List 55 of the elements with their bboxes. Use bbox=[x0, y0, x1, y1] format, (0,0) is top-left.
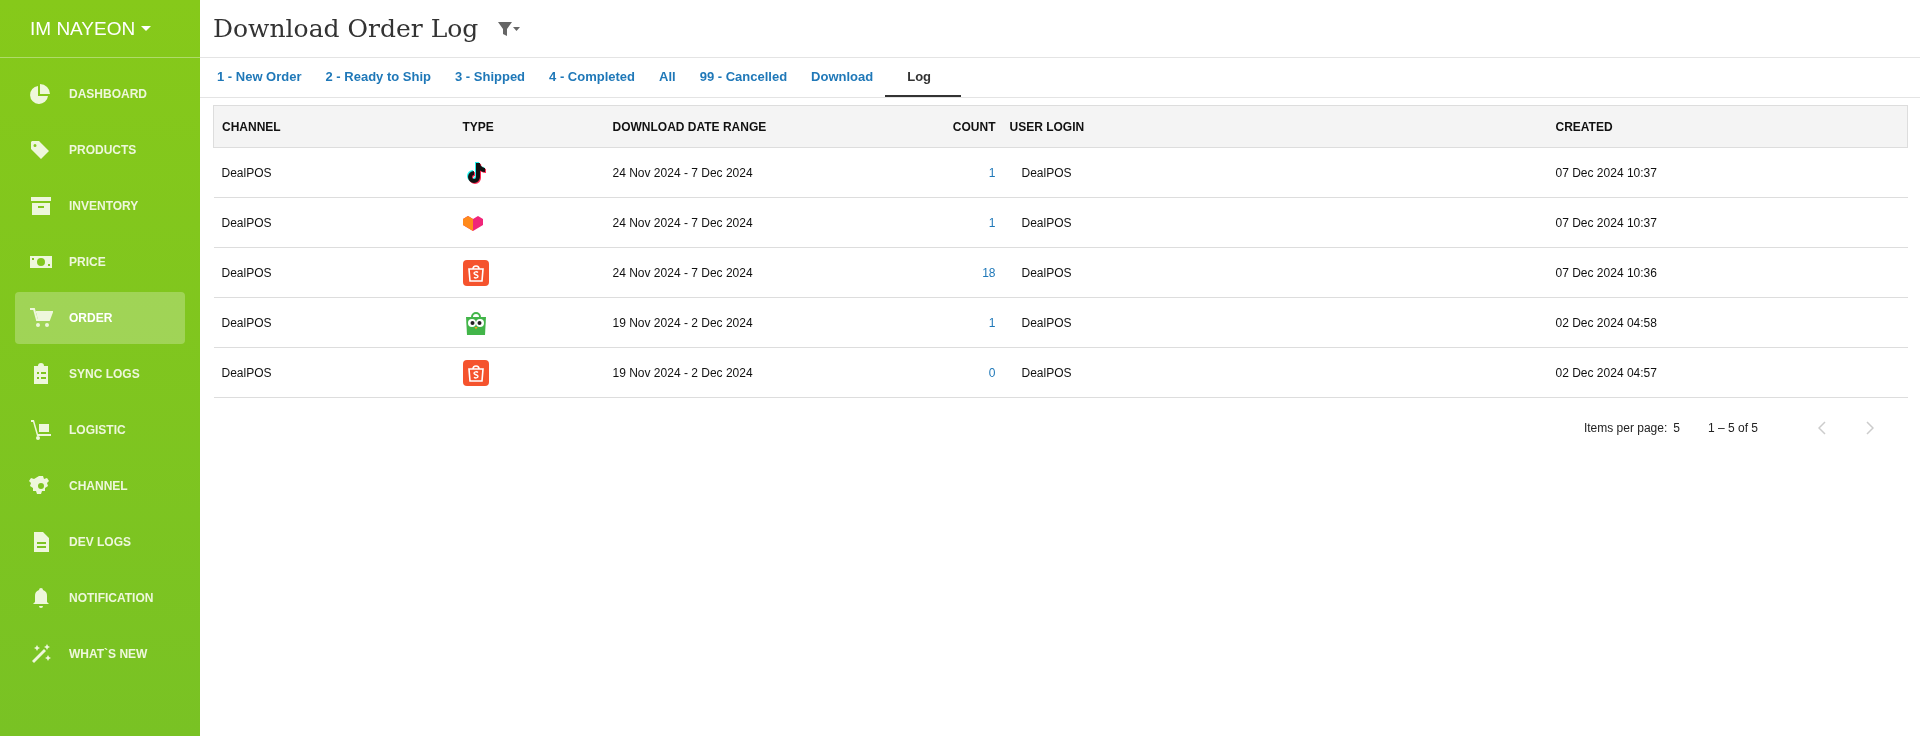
table-cell: DealPOS bbox=[213, 197, 463, 248]
caret-icon bbox=[141, 26, 152, 31]
count-link[interactable]: 1 bbox=[988, 315, 996, 330]
table-cell: 07 Dec 2024 10:37 bbox=[1555, 147, 1908, 198]
table-cell: DealPOS bbox=[995, 197, 1556, 248]
chevron-right-icon bbox=[1866, 421, 1874, 435]
tab[interactable]: All bbox=[647, 58, 688, 97]
tab[interactable]: Log bbox=[885, 58, 962, 97]
archive-box-icon bbox=[29, 194, 53, 218]
filter-button[interactable] bbox=[496, 19, 523, 38]
column-header: DOWNLOAD DATE RANGE bbox=[612, 105, 946, 148]
table-cell: DealPOS bbox=[995, 147, 1556, 198]
column-header: CHANNEL bbox=[213, 105, 463, 148]
hand-truck-icon bbox=[29, 418, 53, 442]
table-cell: 24 Nov 2024 - 7 Dec 2024 bbox=[612, 247, 946, 298]
tab[interactable]: 2 - Ready to Ship bbox=[313, 58, 443, 97]
chevron-left-icon bbox=[1818, 421, 1826, 435]
filter-icon bbox=[498, 21, 521, 36]
table-cell: 07 Dec 2024 10:37 bbox=[1555, 197, 1908, 248]
table-cell: DealPOS bbox=[995, 347, 1556, 398]
table-cell: 02 Dec 2024 04:58 bbox=[1555, 297, 1908, 348]
page-range: 1 – 5 of 5 bbox=[1707, 421, 1758, 435]
table-cell: DealPOS bbox=[213, 247, 463, 298]
count-link[interactable]: 1 bbox=[988, 215, 996, 230]
shopping-bag-icon bbox=[462, 359, 489, 386]
table-cell: 19 Nov 2024 - 2 Dec 2024 bbox=[612, 347, 946, 398]
items-per-page-label: Items per page: bbox=[1583, 421, 1668, 435]
count-link[interactable]: 0 bbox=[988, 365, 996, 380]
table-cell: 24 Nov 2024 - 7 Dec 2024 bbox=[612, 197, 946, 248]
tab[interactable]: 3 - Shipped bbox=[443, 58, 538, 97]
column-header: CREATED bbox=[1555, 105, 1908, 148]
table-cell: DealPOS bbox=[213, 147, 463, 198]
table-cell: 24 Nov 2024 - 7 Dec 2024 bbox=[612, 147, 946, 198]
table-cell: 07 Dec 2024 10:36 bbox=[1555, 247, 1908, 298]
table-cell: DealPOS bbox=[213, 297, 463, 348]
table-cell: 19 Nov 2024 - 2 Dec 2024 bbox=[612, 297, 946, 348]
heart-icon bbox=[462, 214, 483, 231]
tab[interactable]: Download bbox=[799, 58, 886, 97]
column-header: COUNT bbox=[945, 105, 996, 148]
pie-chart-icon bbox=[29, 82, 53, 106]
count-link[interactable]: 18 bbox=[982, 265, 996, 280]
items-per-page-select[interactable]: 5 bbox=[1673, 421, 1680, 435]
table-cell: DealPOS bbox=[995, 247, 1556, 298]
tab[interactable]: 4 - Completed bbox=[537, 58, 648, 97]
tab[interactable]: 99 - Cancelled bbox=[687, 58, 800, 97]
table-cell: DealPOS bbox=[995, 297, 1556, 348]
shopping-bag-icon bbox=[462, 259, 489, 286]
column-header: TYPE bbox=[462, 105, 613, 148]
table-cell: DealPOS bbox=[213, 347, 463, 398]
count-link[interactable]: 1 bbox=[988, 165, 996, 180]
table-cell: 02 Dec 2024 04:57 bbox=[1555, 347, 1908, 398]
column-header: USER LOGIN bbox=[995, 105, 1556, 148]
tab[interactable]: 1 - New Order bbox=[205, 58, 314, 97]
cart-icon bbox=[29, 306, 53, 330]
page-title: Download Order Log bbox=[213, 14, 479, 43]
